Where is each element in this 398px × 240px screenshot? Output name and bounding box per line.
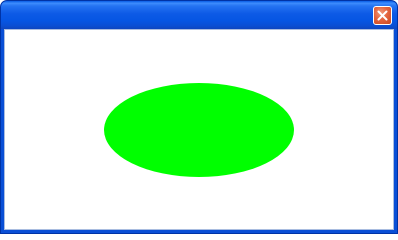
drawing-canvas (104, 83, 294, 177)
green-ellipse (104, 83, 294, 177)
app-window (0, 0, 398, 234)
title-bar[interactable] (1, 1, 397, 29)
client-area (4, 29, 394, 230)
close-icon (377, 10, 388, 21)
close-button[interactable] (373, 6, 392, 25)
